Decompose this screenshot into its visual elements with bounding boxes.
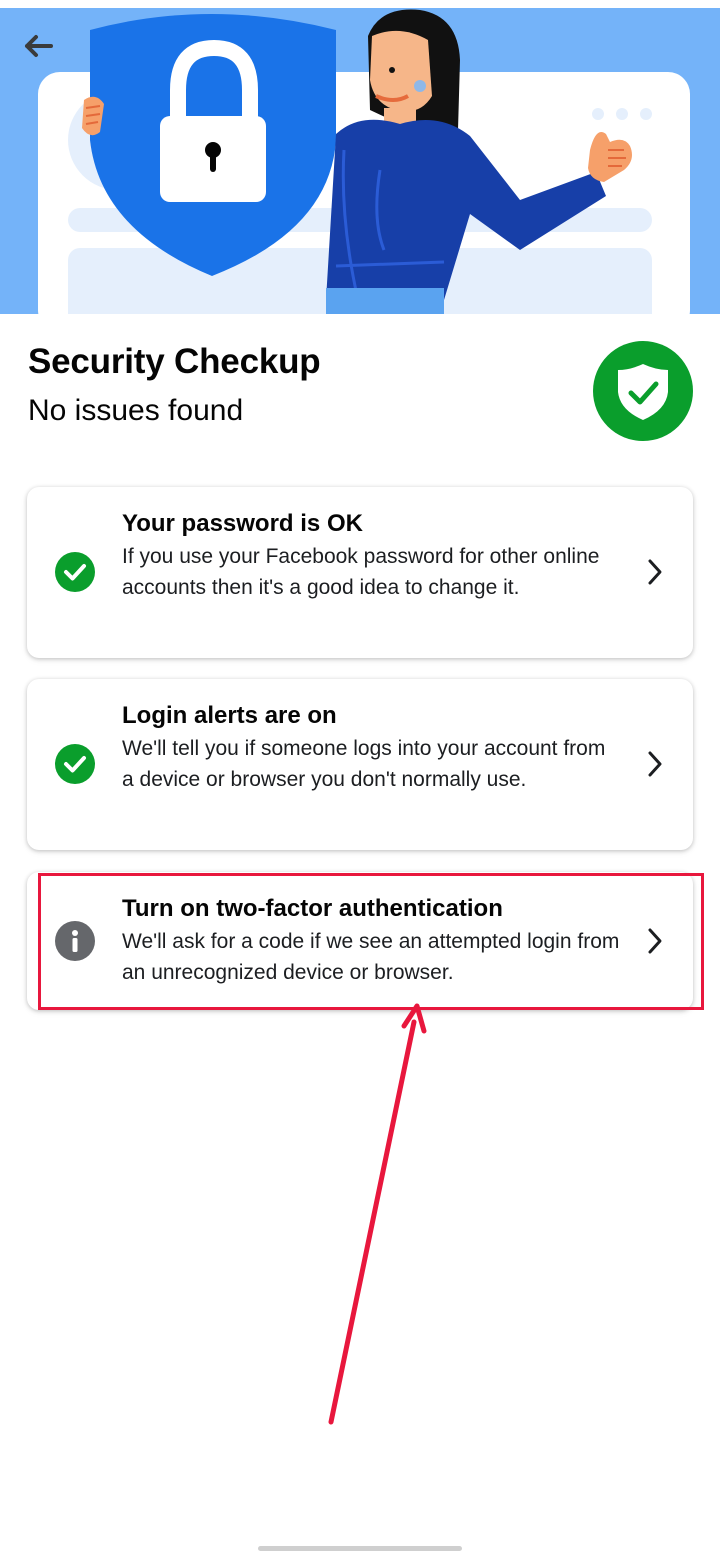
card-description: We'll tell you if someone logs into your…	[122, 737, 606, 791]
card-text: Turn on two-factor authentication We'll …	[122, 894, 622, 988]
check-circle-icon	[55, 552, 95, 592]
back-button[interactable]	[14, 26, 62, 66]
title-block: Security Checkup No issues found	[28, 340, 568, 430]
page-subtitle: No issues found	[28, 394, 244, 427]
card-title: Login alerts are on	[122, 702, 337, 729]
home-indicator[interactable]	[258, 1546, 462, 1551]
hero-illustration	[0, 0, 720, 314]
card-description: If you use your Facebook password for ot…	[122, 545, 600, 599]
login-alerts-card[interactable]: Login alerts are on We'll tell you if so…	[27, 679, 693, 850]
two-factor-card[interactable]: Turn on two-factor authentication We'll …	[27, 872, 693, 1010]
chevron-right-icon	[648, 928, 662, 954]
chevron-right-icon	[648, 751, 662, 777]
info-circle-icon	[55, 921, 95, 961]
page-title: Security Checkup	[28, 342, 321, 381]
status-badge	[592, 340, 694, 442]
password-status-card[interactable]: Your password is OK If you use your Face…	[27, 487, 693, 658]
security-checkup-screen: Security Checkup No issues found Your pa…	[0, 0, 720, 1552]
chevron-right-icon	[648, 559, 662, 585]
card-description: We'll ask for a code if we see an attemp…	[122, 930, 620, 984]
arrow-left-icon	[25, 35, 53, 57]
shield-check-icon	[593, 341, 693, 441]
card-title: Turn on two-factor authentication	[122, 895, 503, 922]
card-title: Your password is OK	[122, 510, 363, 537]
card-text: Your password is OK If you use your Face…	[122, 509, 622, 603]
security-illustration	[0, 8, 720, 314]
check-circle-icon	[55, 744, 95, 784]
card-text: Login alerts are on We'll tell you if so…	[122, 701, 622, 795]
